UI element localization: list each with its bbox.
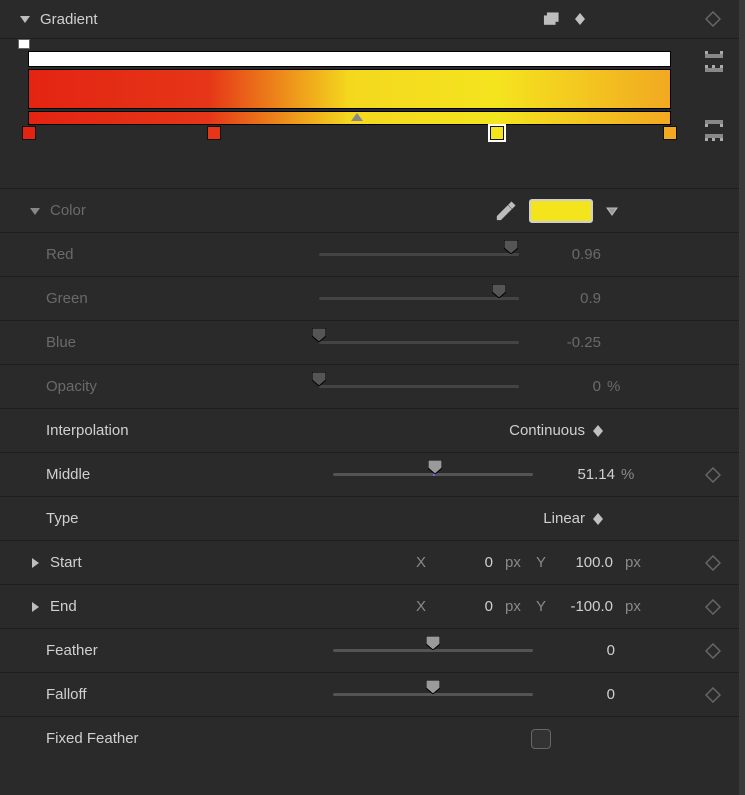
middle-unit: % — [615, 466, 645, 483]
end-x-unit: px — [499, 598, 525, 615]
gradient-midpoint-handle[interactable] — [351, 108, 363, 116]
color-label: Color — [50, 202, 86, 219]
start-label: Start — [50, 554, 82, 571]
gradient-keyframe[interactable] — [705, 11, 721, 27]
type-label: Type — [46, 510, 79, 527]
interpolation-value[interactable]: Continuous — [509, 422, 585, 439]
red-slider[interactable] — [319, 246, 519, 264]
opacity-stop-handle[interactable] — [18, 39, 30, 49]
opacity-slider[interactable] — [319, 378, 519, 396]
end-y-value[interactable]: -100.0 — [557, 598, 613, 615]
red-label: Red — [46, 246, 74, 263]
gradient-color-stop[interactable] — [490, 126, 504, 146]
red-value[interactable]: 0.96 — [531, 246, 601, 263]
gradient-title: Gradient — [40, 11, 98, 28]
type-stepper[interactable] — [593, 513, 603, 525]
fixed-feather-label: Fixed Feather — [46, 730, 139, 747]
start-y-value[interactable]: 100.0 — [557, 554, 613, 571]
start-y-label: Y — [531, 554, 551, 571]
gradient-disclosure[interactable] — [18, 12, 32, 26]
blue-value[interactable]: -0.25 — [531, 334, 601, 351]
gradient-preset-menu[interactable] — [541, 8, 563, 30]
color-swatch-bar[interactable] — [28, 111, 671, 125]
falloff-label: Falloff — [46, 686, 87, 703]
interpolation-label: Interpolation — [46, 422, 129, 439]
opacity-spread-even-icon[interactable] — [705, 51, 723, 61]
start-keyframe[interactable] — [705, 555, 721, 571]
start-x-label: X — [411, 554, 431, 571]
falloff-slider[interactable] — [333, 686, 533, 704]
end-disclosure[interactable] — [28, 600, 42, 614]
start-x-unit: px — [499, 554, 525, 571]
green-slider[interactable] — [319, 290, 519, 308]
gradient-color-stop[interactable] — [663, 126, 677, 146]
end-y-unit: px — [619, 598, 645, 615]
green-value[interactable]: 0.9 — [531, 290, 601, 307]
gradient-color-stop[interactable] — [22, 126, 36, 146]
feather-keyframe[interactable] — [705, 643, 721, 659]
feather-slider[interactable] — [333, 642, 533, 660]
start-disclosure[interactable] — [28, 556, 42, 570]
feather-value[interactable]: 0 — [545, 642, 615, 659]
gradient-editor — [0, 38, 739, 188]
end-y-label: Y — [531, 598, 551, 615]
interpolation-stepper[interactable] — [593, 425, 603, 437]
opacity-gradient-bar[interactable] — [28, 51, 671, 67]
middle-keyframe[interactable] — [705, 467, 721, 483]
end-keyframe[interactable] — [705, 599, 721, 615]
end-x-label: X — [411, 598, 431, 615]
gradient-color-stop[interactable] — [207, 126, 221, 146]
blue-label: Blue — [46, 334, 76, 351]
falloff-keyframe[interactable] — [705, 687, 721, 703]
feather-label: Feather — [46, 642, 98, 659]
gradient-preset-stepper[interactable] — [575, 13, 585, 25]
middle-value[interactable]: 51.14 — [545, 466, 615, 483]
falloff-value[interactable]: 0 — [545, 686, 615, 703]
blue-slider[interactable] — [319, 334, 519, 352]
start-x-value[interactable]: 0 — [437, 554, 493, 571]
type-value[interactable]: Linear — [543, 510, 585, 527]
end-x-value[interactable]: 0 — [437, 598, 493, 615]
green-label: Green — [46, 290, 88, 307]
opacity-unit: % — [601, 378, 631, 395]
color-well-dropdown[interactable] — [603, 202, 621, 220]
opacity-value[interactable]: 0 — [531, 378, 601, 395]
end-label: End — [50, 598, 77, 615]
middle-slider[interactable] — [333, 466, 533, 484]
middle-label: Middle — [46, 466, 90, 483]
start-y-unit: px — [619, 554, 645, 571]
opacity-label: Opacity — [46, 378, 97, 395]
color-well[interactable] — [529, 199, 593, 223]
color-gradient-bar[interactable] — [28, 69, 671, 109]
color-disclosure[interactable] — [28, 204, 42, 218]
color-spread-even-icon[interactable] — [705, 117, 723, 127]
opacity-spread-tri-icon[interactable] — [705, 65, 723, 75]
eyedropper-button[interactable] — [493, 198, 519, 224]
color-spread-tri-icon[interactable] — [705, 131, 723, 141]
fixed-feather-checkbox[interactable] — [531, 729, 551, 749]
